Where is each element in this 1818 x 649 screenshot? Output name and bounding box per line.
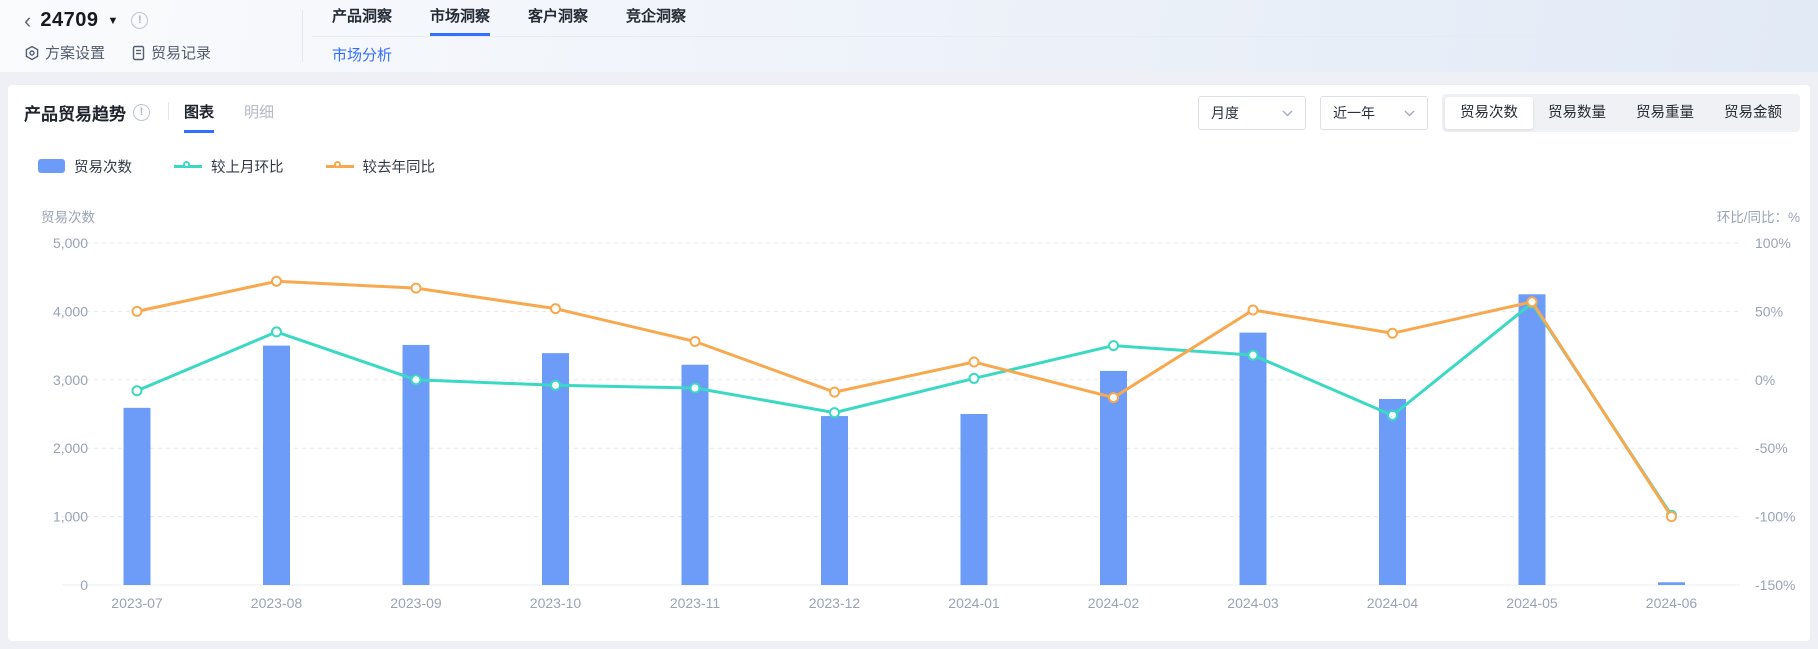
svg-text:2023-07: 2023-07	[111, 595, 163, 611]
svg-text:50%: 50%	[1755, 303, 1783, 319]
tabs-underline-divider	[312, 36, 1818, 37]
svg-text:4,000: 4,000	[53, 303, 88, 319]
legend-label: 贸易次数	[74, 156, 132, 177]
svg-text:2023-09: 2023-09	[390, 595, 442, 611]
metric-button-trade-weight[interactable]: 贸易重量	[1621, 97, 1709, 129]
svg-text:0%: 0%	[1755, 372, 1775, 388]
header-divider	[302, 10, 303, 62]
svg-text:3,000: 3,000	[53, 372, 88, 388]
page-title[interactable]: 24709	[40, 9, 98, 32]
menu-item-label: 贸易记录	[151, 42, 211, 63]
view-tab-details[interactable]: 明细	[244, 85, 274, 133]
settings-icon	[24, 45, 40, 61]
range-select[interactable]: 近一年	[1320, 96, 1428, 130]
svg-text:2024-05: 2024-05	[1506, 595, 1558, 611]
legend-label: 较上月环比	[211, 156, 284, 177]
svg-text:-50%: -50%	[1755, 440, 1788, 456]
panel-title-divider	[168, 102, 169, 120]
svg-text:2024-06: 2024-06	[1646, 595, 1698, 611]
legend-item-yoy[interactable]: 较去年同比	[326, 156, 436, 177]
tab-competitor-insight[interactable]: 竞企洞察	[626, 0, 686, 36]
chevron-down-icon	[1404, 110, 1415, 117]
line-marker-icon	[174, 159, 202, 173]
back-icon[interactable]: ‹	[24, 11, 31, 31]
menu-item-label: 方案设置	[45, 42, 105, 63]
svg-text:2024-04: 2024-04	[1367, 595, 1419, 611]
metric-segmented-control: 贸易次数 贸易数量 贸易重量 贸易金额	[1442, 94, 1800, 132]
tab-customer-insight[interactable]: 客户洞察	[528, 0, 588, 36]
line-marker-icon	[326, 159, 354, 173]
tab-product-insight[interactable]: 产品洞察	[332, 0, 392, 36]
view-tab-chart[interactable]: 图表	[184, 85, 214, 133]
period-select-value: 月度	[1211, 103, 1239, 123]
svg-text:-100%: -100%	[1755, 509, 1795, 525]
title-dropdown-caret-icon[interactable]: ▼	[107, 15, 118, 27]
legend-item-mom[interactable]: 较上月环比	[174, 156, 284, 177]
tab-market-insight[interactable]: 市场洞察	[430, 0, 490, 36]
subtab-market-analysis[interactable]: 市场分析	[332, 44, 392, 65]
period-select[interactable]: 月度	[1198, 96, 1306, 130]
view-tabs: 图表 明细	[184, 85, 274, 133]
chevron-down-icon	[1282, 110, 1293, 117]
panel-title-text: 产品贸易趋势	[24, 100, 126, 125]
trade-trend-panel: 产品贸易趋势 ! 图表 明细 月度 近一年 贸易次数 贸易数量	[8, 85, 1810, 641]
svg-text:2023-10: 2023-10	[530, 595, 582, 611]
metric-button-trade-quantity[interactable]: 贸易数量	[1533, 97, 1621, 129]
svg-text:2024-02: 2024-02	[1088, 595, 1140, 611]
svg-text:2024-03: 2024-03	[1227, 595, 1279, 611]
trade-trend-chart[interactable]: 5,000 100% 4,000 50% 3,000 0% 2,000 -50% 1,000 -1…	[8, 185, 1810, 630]
svg-text:-150%: -150%	[1755, 577, 1795, 593]
svg-text:0: 0	[80, 577, 88, 593]
svg-text:2023-11: 2023-11	[670, 595, 721, 611]
menu-item-plan-settings[interactable]: 方案设置	[24, 42, 105, 63]
bar-swatch-icon	[38, 159, 65, 173]
range-select-value: 近一年	[1333, 103, 1375, 123]
metric-button-trade-count[interactable]: 贸易次数	[1445, 97, 1533, 129]
panel-header: 产品贸易趋势 ! 图表 明细 月度 近一年 贸易次数 贸易数量	[8, 85, 1810, 133]
chart-controls: 月度 近一年 贸易次数 贸易数量 贸易重量 贸易金额	[1198, 94, 1800, 132]
legend-label: 较去年同比	[363, 156, 436, 177]
svg-text:2,000: 2,000	[53, 440, 88, 456]
top-header: ‹ 24709 ▼ ! 方案设置 贸易记录 产品洞察 市场洞察 客户洞察 竞企洞…	[0, 0, 1818, 72]
svg-text:2024-01: 2024-01	[948, 595, 1000, 611]
svg-text:100%: 100%	[1755, 235, 1791, 251]
svg-text:5,000: 5,000	[53, 235, 88, 251]
panel-info-icon[interactable]: !	[133, 104, 150, 121]
legend-item-trade-count[interactable]: 贸易次数	[38, 156, 132, 177]
insight-tabs: 产品洞察 市场洞察 客户洞察 竞企洞察	[332, 0, 686, 36]
menu-item-trade-records[interactable]: 贸易记录	[131, 42, 211, 63]
metric-button-trade-amount[interactable]: 贸易金额	[1709, 97, 1797, 129]
svg-text:2023-12: 2023-12	[809, 595, 861, 611]
chart-legend: 贸易次数 较上月环比 较去年同比	[38, 155, 435, 177]
svg-text:2023-08: 2023-08	[251, 595, 303, 611]
svg-text:1,000: 1,000	[53, 509, 88, 525]
title-info-icon[interactable]: !	[131, 12, 148, 29]
document-icon	[131, 45, 146, 61]
svg-text:环比/同比：%: 环比/同比：%	[1717, 210, 1800, 225]
svg-text:贸易次数: 贸易次数	[41, 210, 95, 225]
